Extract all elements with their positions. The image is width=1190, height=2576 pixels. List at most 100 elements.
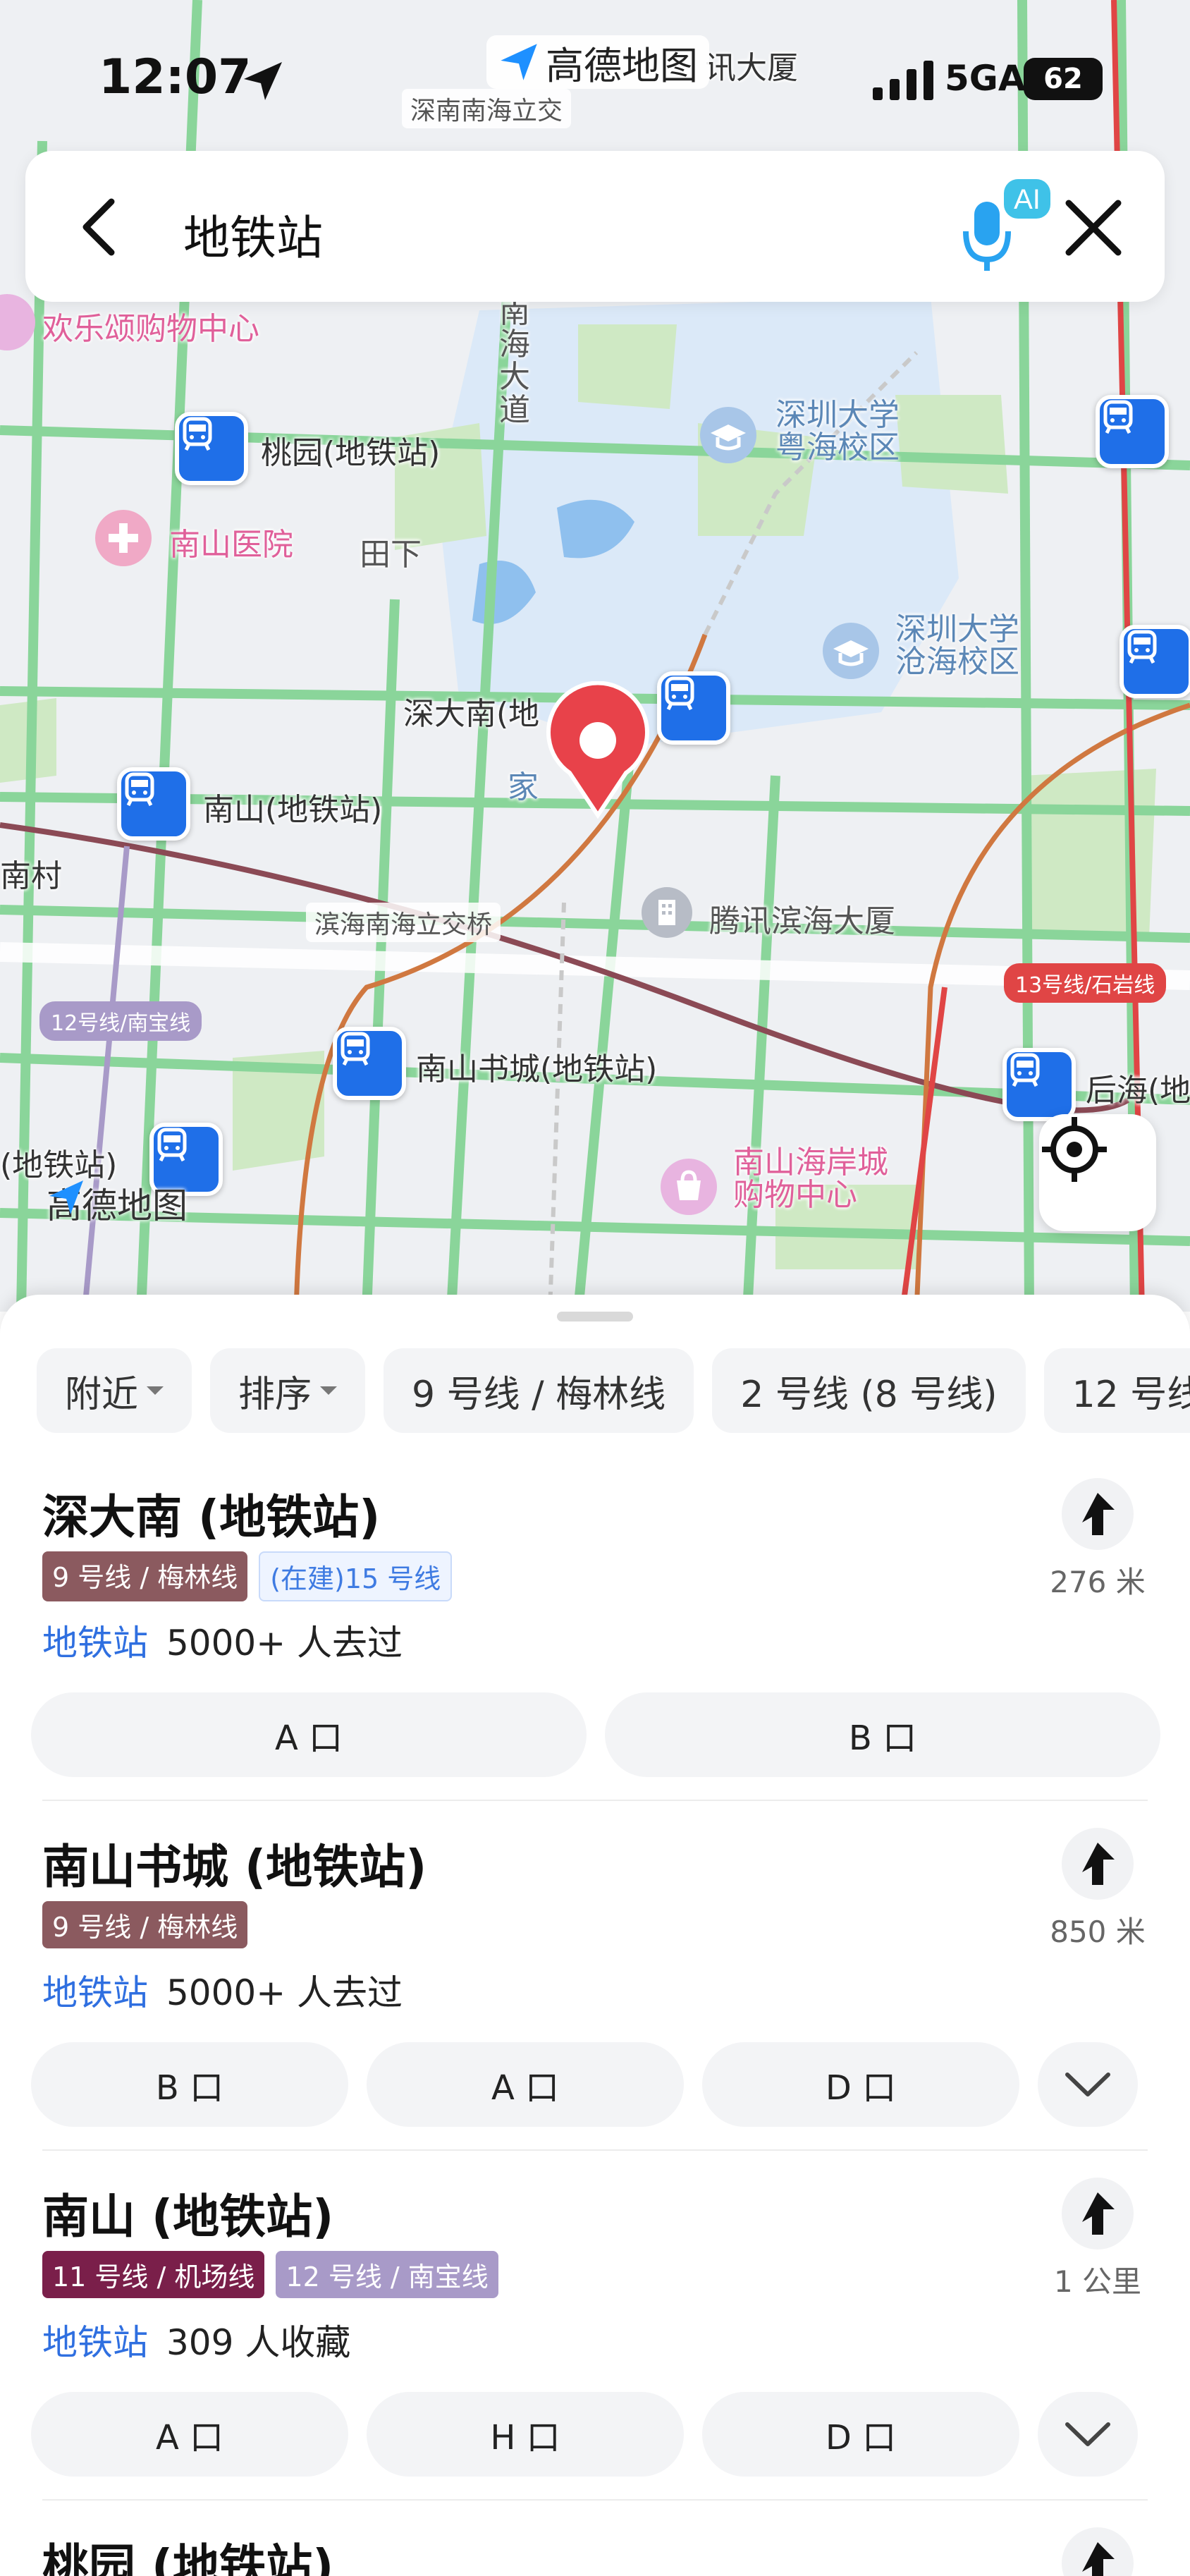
exit-button[interactable]: D 口 bbox=[702, 2042, 1019, 2127]
location-arrow-icon bbox=[244, 62, 282, 100]
line-tag: 12 号线 / 南宝线 bbox=[276, 2251, 498, 2298]
metro-icon bbox=[125, 772, 154, 807]
map-label-nanshan-bookcity: 南山书城(地铁站) bbox=[416, 1051, 658, 1087]
result-category: 地铁站 bbox=[42, 2322, 148, 2363]
line-tag: 9 号线 / 梅林线 bbox=[42, 1551, 248, 1601]
metro-icon bbox=[1127, 630, 1157, 664]
navigate-button[interactable] bbox=[1062, 2178, 1134, 2250]
crosshair-icon bbox=[1042, 1117, 1107, 1182]
metro-station-pin[interactable] bbox=[175, 412, 248, 485]
map-label-shendanan: 深大南(地 bbox=[403, 696, 540, 732]
map-line-13-tag: 13号线/石岩线 bbox=[1004, 963, 1167, 1003]
exit-button[interactable]: B 口 bbox=[605, 1692, 1160, 1777]
filter-line-2[interactable]: 2 号线 (8 号线) bbox=[712, 1348, 1026, 1433]
result-distance: 1 公里 bbox=[1053, 2264, 1142, 2299]
filter-label: 12 号线 bbox=[1072, 1373, 1190, 1416]
expand-exits-button[interactable] bbox=[1038, 2042, 1138, 2127]
filter-nearby[interactable]: 附近 bbox=[37, 1348, 192, 1433]
ai-voice-button[interactable]: AI bbox=[949, 176, 1055, 275]
map-label-nancun: 南村 bbox=[0, 858, 62, 894]
map-label-houhai: 后海(地 bbox=[1086, 1073, 1190, 1109]
map-label-tencent: 腾讯滨海大厦 bbox=[709, 903, 895, 939]
metro-icon bbox=[1010, 1053, 1040, 1087]
exit-button[interactable]: D 口 bbox=[702, 2392, 1019, 2477]
line-tags: 11 号线 / 机场线 12 号线 / 南宝线 bbox=[42, 2251, 498, 2298]
navigate-arrow-icon bbox=[1082, 2192, 1115, 2235]
navigate-arrow-icon bbox=[1082, 1493, 1115, 1535]
close-button[interactable] bbox=[1055, 189, 1132, 267]
chevron-down-icon bbox=[1065, 2422, 1110, 2446]
exit-button[interactable]: A 口 bbox=[31, 1692, 587, 1777]
amap-logo: 高德地图 bbox=[47, 1178, 188, 1228]
map-label-szu-canghai: 深圳大学 沧海校区 bbox=[895, 611, 1019, 680]
metro-icon bbox=[157, 1128, 187, 1162]
metro-station-pin[interactable] bbox=[1120, 625, 1190, 698]
result-distance: 276 米 bbox=[1050, 1565, 1146, 1599]
filter-label: 排序 bbox=[238, 1373, 312, 1416]
sheet-drag-handle[interactable] bbox=[557, 1312, 633, 1321]
ai-badge: AI bbox=[1014, 184, 1041, 215]
map-label-nanshan-hospital: 南山医院 bbox=[169, 527, 293, 563]
locate-me-button[interactable] bbox=[1039, 1114, 1156, 1231]
amap-logo-icon bbox=[49, 1180, 83, 1214]
map-label-nanhai-coast: 南山海岸城 购物中心 bbox=[733, 1144, 888, 1214]
navigate-button[interactable] bbox=[1062, 1828, 1134, 1900]
result-category: 地铁站 bbox=[42, 1623, 148, 1664]
map-label-szu-yuehai: 深圳大学 粤海校区 bbox=[775, 397, 900, 466]
exit-list: B 口 A 口 D 口 bbox=[31, 2042, 1138, 2127]
exit-button[interactable]: B 口 bbox=[31, 2042, 348, 2127]
metro-icon bbox=[341, 1032, 370, 1066]
filter-sort[interactable]: 排序 bbox=[210, 1348, 366, 1433]
line-tag: 11 号线 / 机场线 bbox=[42, 2251, 265, 2298]
result-title: 深大南 (地铁站) bbox=[42, 1490, 381, 1544]
school-icon bbox=[700, 407, 756, 463]
amap-brand-text: 高德地图 bbox=[546, 43, 698, 88]
mall-icon bbox=[661, 1159, 717, 1215]
battery-indicator: 62 bbox=[1024, 58, 1103, 100]
status-bar: 12:07 高德地图 5GA 62 bbox=[0, 0, 1190, 141]
results-sheet: 附近 排序 9 号线 / 梅林线 2 号线 (8 号线) 12 号线 深大南 (… bbox=[0, 1295, 1190, 2576]
map-label-nanhai-dadao: 南海大道 bbox=[499, 294, 530, 428]
amap-logo-icon bbox=[501, 44, 537, 80]
result-meta: 地铁站 5000+ 人去过 bbox=[42, 1615, 403, 1666]
exit-button[interactable]: H 口 bbox=[367, 2392, 684, 2477]
exit-list: A 口 B 口 bbox=[31, 1692, 1160, 1777]
map-label-binhai-lijiao: 滨海南海立交桥 bbox=[306, 903, 501, 942]
metro-station-pin[interactable] bbox=[333, 1027, 406, 1100]
line-tag: (在建)15 号线 bbox=[259, 1551, 453, 1601]
search-input[interactable]: 地铁站 bbox=[183, 200, 323, 268]
result-title: 南山书城 (地铁站) bbox=[42, 1840, 427, 1894]
caret-down-icon bbox=[147, 1386, 164, 1395]
exit-button[interactable]: A 口 bbox=[31, 2392, 348, 2477]
map-label-jia: 家 bbox=[508, 769, 539, 805]
metro-station-pin[interactable] bbox=[657, 671, 730, 745]
metro-station-pin[interactable] bbox=[117, 767, 190, 841]
map-line-12-tag: 12号线/南宝线 bbox=[39, 1001, 202, 1041]
result-category: 地铁站 bbox=[42, 1972, 148, 2013]
map-label-huanle: 欢乐颂购物中心 bbox=[42, 311, 259, 347]
result-meta: 地铁站 5000+ 人去过 bbox=[42, 1965, 403, 2015]
result-popularity: 5000+ 人去过 bbox=[166, 1623, 403, 1664]
filter-label: 9 号线 / 梅林线 bbox=[412, 1373, 666, 1416]
navigate-button[interactable] bbox=[1062, 2527, 1134, 2576]
school-icon bbox=[823, 623, 879, 679]
result-popularity: 5000+ 人去过 bbox=[166, 1972, 403, 2013]
exit-list: A 口 H 口 D 口 bbox=[31, 2392, 1138, 2477]
selected-location-marker[interactable] bbox=[541, 681, 654, 822]
map-label-taoyuan: 桃园(地铁站) bbox=[261, 435, 441, 471]
mall-icon bbox=[0, 294, 35, 350]
back-button[interactable] bbox=[68, 192, 138, 262]
expand-exits-button[interactable] bbox=[1038, 2392, 1138, 2477]
line-tags: 9 号线 / 梅林线 bbox=[42, 1901, 248, 1948]
signal-icon bbox=[873, 61, 933, 100]
navigate-arrow-icon bbox=[1082, 1843, 1115, 1885]
exit-button[interactable]: A 口 bbox=[367, 2042, 684, 2127]
metro-station-pin[interactable] bbox=[1002, 1048, 1076, 1121]
filter-bar: 附近 排序 9 号线 / 梅林线 2 号线 (8 号线) 12 号线 bbox=[37, 1348, 1190, 1433]
caret-down-icon bbox=[320, 1386, 338, 1395]
filter-line-12[interactable]: 12 号线 bbox=[1043, 1348, 1190, 1433]
metro-station-pin[interactable] bbox=[1096, 395, 1169, 468]
filter-line-9[interactable]: 9 号线 / 梅林线 bbox=[384, 1348, 694, 1433]
metro-icon bbox=[183, 417, 212, 451]
navigate-button[interactable] bbox=[1062, 1478, 1134, 1550]
